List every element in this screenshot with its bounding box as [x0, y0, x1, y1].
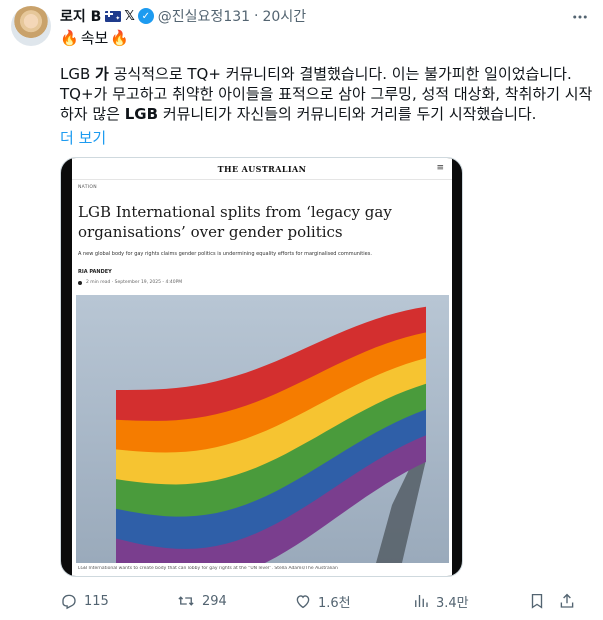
article-author: RIA PANDEY [78, 269, 112, 275]
text-segment: 하자 많은 [60, 105, 125, 123]
reply-button[interactable]: 115 [60, 592, 109, 610]
article-screenshot: THE AUSTRALIAN ≡ NATION LGB Internationa… [72, 158, 452, 576]
tweet-text-line-3: 하자 많은 LGB 커뮤니티가 자신들의 커뮤니티와 거리를 두기 시작했습니다… [60, 104, 590, 124]
text-segment: 커뮤니티가 자신들의 커뮤니티와 거리를 두기 시작했습니다. [158, 105, 537, 123]
verified-badge-icon: ✓ [137, 8, 154, 24]
breaking-label: 🔥 속보 🔥 [60, 27, 129, 48]
text-segment: LGB [60, 65, 96, 83]
australia-flag-icon [105, 10, 122, 22]
retweet-icon [178, 596, 194, 606]
fire-icon: 🔥 [110, 28, 129, 47]
article-meta-text: 2 min read · September 19, 2025 - 4:40PM [86, 280, 183, 285]
share-button[interactable] [558, 592, 576, 610]
heart-icon [296, 595, 310, 609]
text-segment: 공식적으로 TQ+ 커뮤니티와 결별했습니다. 이는 불가피한 일이었습니다. [108, 65, 572, 83]
article-standfirst: A new global body for gay rights claims … [78, 251, 372, 257]
fire-icon: 🔥 [60, 28, 79, 47]
bookmark-button[interactable] [528, 592, 546, 610]
clock-icon [78, 280, 82, 285]
article-header: THE AUSTRALIAN ≡ [72, 158, 452, 180]
photo-caption: LGB International wants to create body t… [78, 566, 338, 571]
avatar[interactable] [11, 6, 51, 46]
retweet-count: 294 [202, 593, 227, 609]
tweet-header: 로지 B 𝕏 ✓ @진실요정131 · 20시간 [60, 6, 593, 26]
breaking-text: 속보 [80, 29, 109, 47]
more-horizontal-icon [573, 15, 587, 19]
text-bold-segment: 가 [95, 65, 109, 83]
article-headline: LGB International splits from ‘legacy ga… [78, 203, 392, 241]
rainbow-flag-photo [76, 295, 449, 563]
header-separator: · [254, 8, 259, 24]
tweet-text-line-1: LGB 가 공식적으로 TQ+ 커뮤니티와 결별했습니다. 이는 불가피한 일이… [60, 64, 590, 84]
menu-icon: ≡ [436, 163, 444, 173]
show-more-link[interactable]: 더 보기 [60, 127, 106, 148]
article-meta: 2 min read · September 19, 2025 - 4:40PM [78, 280, 182, 285]
tweet[interactable]: 로지 B 𝕏 ✓ @진실요정131 · 20시간 🔥 속보 🔥 LGB 가 공식… [0, 0, 603, 620]
like-button[interactable]: 1.6천 [294, 592, 351, 611]
tweet-timestamp[interactable]: 20시간 [263, 6, 307, 26]
masthead: THE AUSTRALIAN [217, 163, 307, 174]
more-options-button[interactable] [571, 8, 589, 30]
bookmark-icon [531, 593, 543, 609]
x-logo-icon: 𝕏 [124, 8, 135, 24]
tweet-text: LGB 가 공식적으로 TQ+ 커뮤니티와 결별했습니다. 이는 불가피한 일이… [60, 64, 593, 124]
reply-icon [62, 594, 76, 610]
retweet-button[interactable]: 294 [176, 592, 227, 610]
views-bar-chart-icon [415, 595, 428, 607]
views-button[interactable]: 3.4만 [412, 592, 469, 611]
view-count: 3.4만 [436, 595, 469, 611]
reply-count: 115 [84, 593, 109, 609]
text-bold-segment: LGB [124, 105, 159, 123]
tweet-media-image[interactable]: THE AUSTRALIAN ≡ NATION LGB Internationa… [60, 157, 463, 577]
tweet-actions: 115 294 1.6천 3.4만 [60, 590, 580, 612]
article-section: NATION [78, 185, 97, 190]
tweet-text-line-2: TQ+가 무고하고 취약한 아이들을 표적으로 삼아 그루밍, 성적 대상화, … [60, 85, 593, 103]
author-handle[interactable]: @진실요정131 [158, 6, 250, 26]
share-icon [560, 593, 574, 608]
rainbow-flag-icon [116, 306, 426, 563]
author-display-name[interactable]: 로지 B [60, 6, 101, 26]
like-count: 1.6천 [318, 595, 351, 611]
